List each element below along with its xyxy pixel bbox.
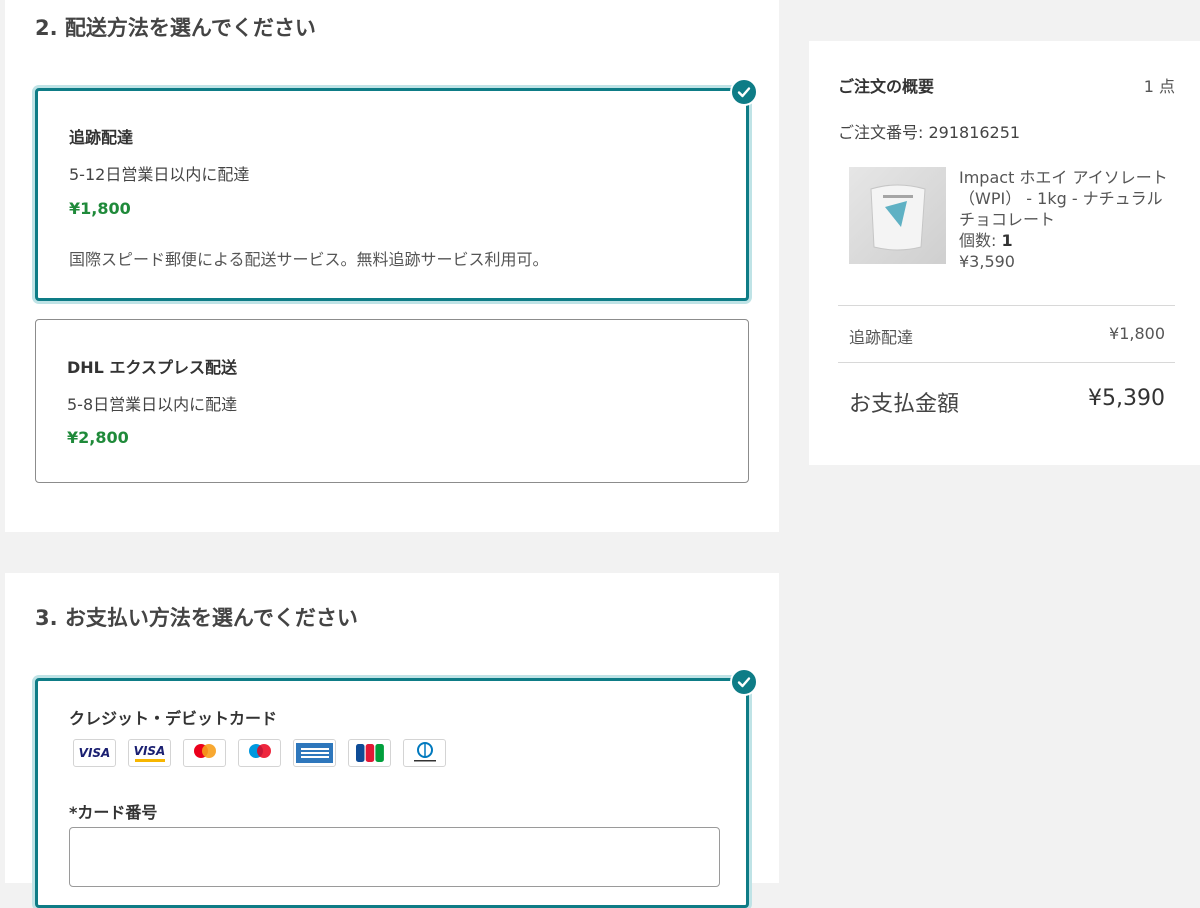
check-icon [730,668,758,696]
product-quantity-value: 1 [1001,231,1013,250]
amex-logo-box [296,743,333,763]
check-icon [730,78,758,106]
product-name[interactable]: Impact ホエイ アイソレート （WPI） - 1kg - ナチュラルチョコ… [959,167,1169,230]
card-brand-logos: VISA VISA [73,739,446,767]
amex-logo-lines [300,752,329,754]
shipping-option-title: DHL エクスプレス配送 [67,358,237,377]
item-count: 1 点 [1143,77,1175,96]
shipping-section: 2. 配送方法を選んでください 追跡配達 5-12日営業日以内に配達 ¥1,80… [5,0,779,532]
visa-logo-text: VISA [78,746,111,760]
shipping-option-dhl[interactable]: DHL エクスプレス配送 5-8日営業日以内に配達 ¥2,800 [35,319,749,483]
maestro-logo [238,739,281,767]
product-quantity: 個数: 1 [959,230,1169,251]
amex-logo [293,739,336,767]
shipping-option-eta: 5-8日営業日以内に配達 [67,395,238,414]
shipping-option-price: ¥1,800 [69,199,131,218]
summary-divider [838,362,1175,363]
diners-club-logo [403,739,446,767]
shipping-option-price: ¥2,800 [67,428,129,447]
card-number-label: *カード番号 [69,803,158,822]
product-thumbnail [849,167,946,264]
summary-divider [838,305,1175,306]
shipping-option-eta: 5-12日営業日以内に配達 [69,165,250,184]
shipping-cost-value: ¥1,800 [1109,324,1165,343]
shipping-option-title: 追跡配達 [69,128,134,147]
order-summary: ご注文の概要 1 点 ご注文番号: 291816251 Impact ホエイ ア… [809,41,1200,465]
product-quantity-label: 個数: [959,231,997,250]
visa-debit-stripe [134,759,165,762]
order-summary-title: ご注文の概要 [838,77,935,96]
shipping-option-description: 国際スピード郵便による配送サービス。無料追跡サービス利用可。 [69,250,549,269]
shipping-cost-label: 追跡配達 [849,328,914,347]
jcb-logo [348,739,391,767]
shipping-section-title: 2. 配送方法を選んでください [35,16,316,40]
order-number: ご注文番号: 291816251 [838,123,1021,142]
payment-option-card[interactable]: クレジット・デビットカード VISA VISA *カード番号 [35,668,758,908]
visa-debit-logo: VISA [128,739,171,767]
shipping-option-tracked[interactable]: 追跡配達 5-12日営業日以内に配達 ¥1,800 国際スピード郵便による配送サ… [35,78,758,301]
visa-debit-logo-text: VISA [133,744,166,758]
product-price: ¥3,590 [959,252,1015,271]
total-label: お支払金額 [849,392,960,417]
card-number-input[interactable] [69,827,720,887]
product-info: Impact ホエイ アイソレート （WPI） - 1kg - ナチュラルチョコ… [959,167,1169,272]
payment-section-title: 3. お支払い方法を選んでください [35,606,358,630]
payment-section: 3. お支払い方法を選んでください クレジット・デビットカード VISA VIS… [5,573,779,908]
payment-option-title: クレジット・デビットカード [69,709,278,728]
mastercard-logo [183,739,226,767]
visa-logo: VISA [73,739,116,767]
total-price: ¥5,390 [1088,386,1165,411]
